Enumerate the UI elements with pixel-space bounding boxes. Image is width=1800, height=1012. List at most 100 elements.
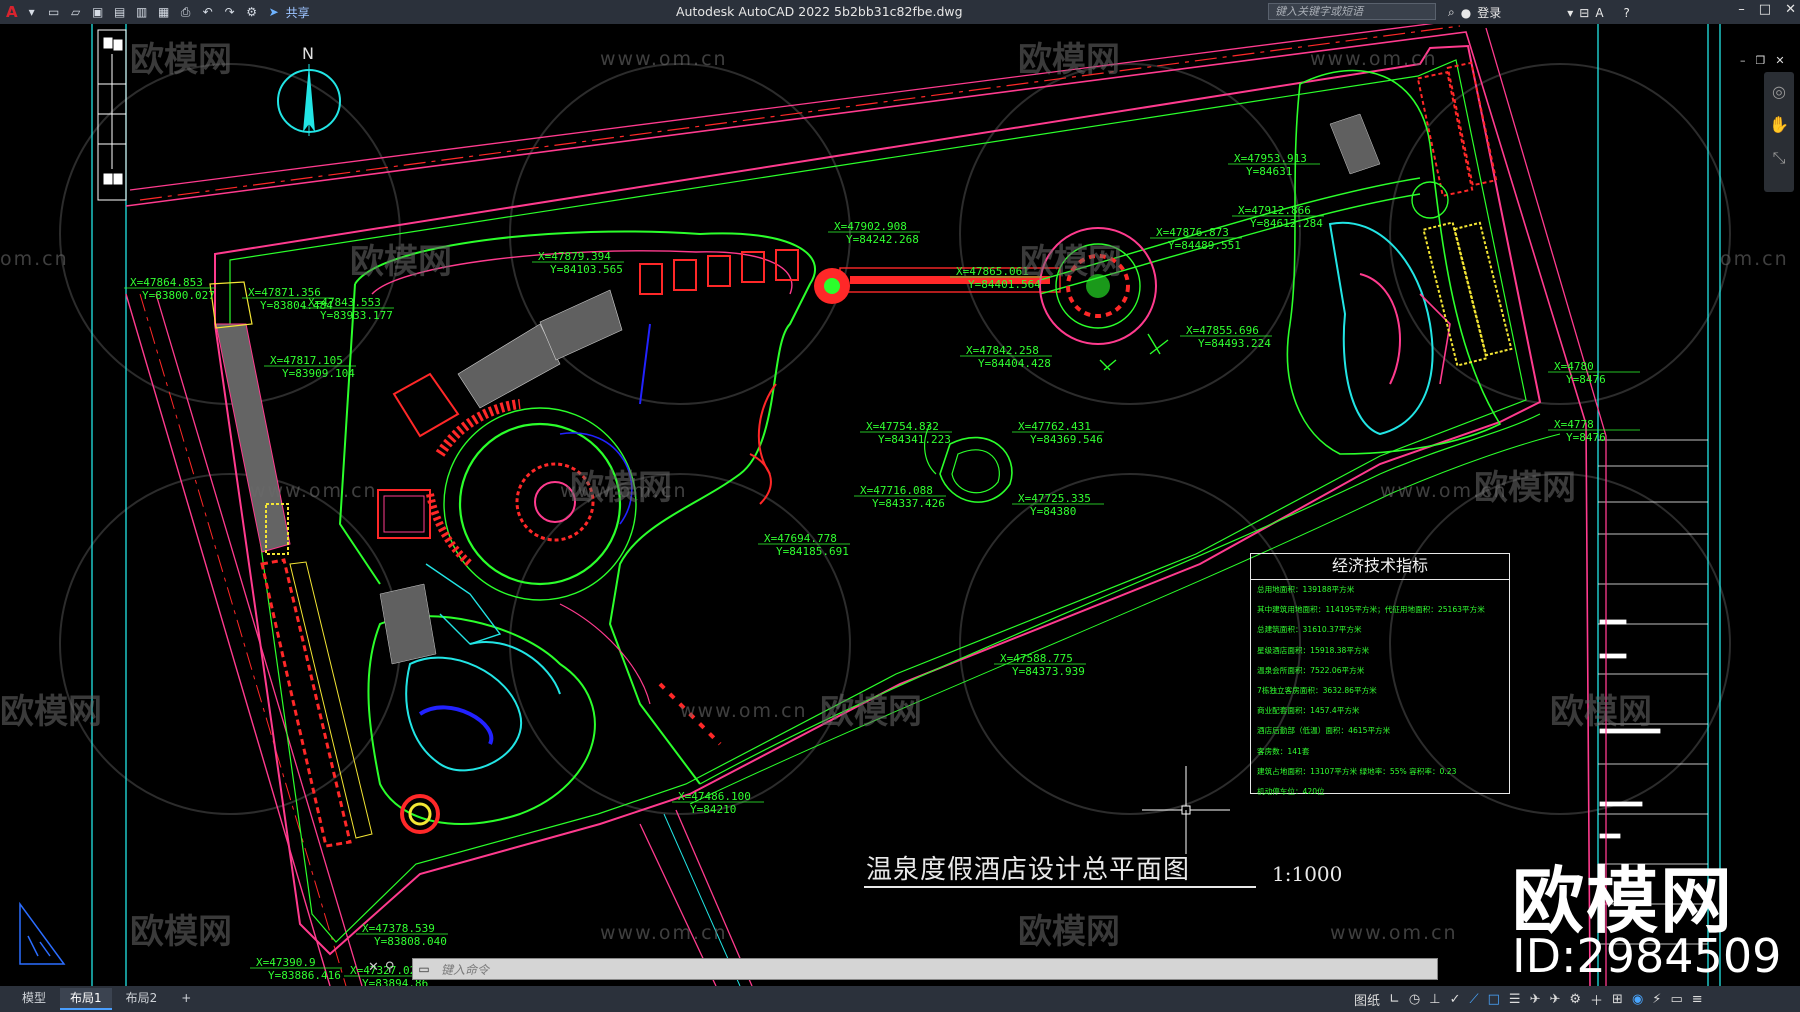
close-icon[interactable]: ✕ (1785, 2, 1796, 17)
workspace-switch-icon[interactable]: ⚙ (1569, 992, 1581, 1007)
search-icon[interactable]: ⌕ (1448, 5, 1455, 20)
coordinate-y: Y=83800.027 (142, 289, 215, 302)
layout-tab[interactable]: 布局2 (116, 988, 168, 1008)
share-icon[interactable]: ➤ (266, 4, 282, 20)
watermark-brand-text: 欧模网 (1018, 40, 1120, 80)
autodesk-icon[interactable]: A (1595, 6, 1603, 20)
coordinate-y: Y=84369.546 (1030, 433, 1103, 446)
account-area: ⌕ ● 登录 ▾ ⊟ A ? (1448, 4, 1630, 21)
watermark-brand-text: 欧模网 (0, 692, 102, 732)
object-snap-icon[interactable]: □ (1488, 992, 1500, 1007)
save-as-icon[interactable]: ▤ (112, 4, 128, 20)
status-bar: 模型 布局1 布局2 + 图纸 ∟ ◷ ⊥ ✓ ⟋ □ ☰ ✈ ✈ ⚙ ＋ ⊞ ◉ ⚡… (0, 986, 1800, 1012)
coordinate-label: X=4780Y=8476 (1548, 360, 1640, 386)
customization-icon[interactable]: ≡ (1692, 992, 1703, 1007)
chevron-down-icon[interactable]: ▾ (1567, 6, 1573, 20)
cart-icon[interactable]: ⊟ (1579, 6, 1589, 20)
redo-icon[interactable]: ↷ (222, 4, 238, 20)
snap-mode-icon[interactable]: ◷ (1409, 992, 1420, 1007)
command-input[interactable]: 键入命令 (441, 961, 489, 978)
help-icon[interactable]: ? (1624, 6, 1630, 20)
coordinate-label: X=47694.778Y=84185.691 (758, 532, 850, 558)
watermark-brand-text: 欧模网 (350, 242, 452, 282)
workspace-icon[interactable]: ⚙ (244, 4, 260, 20)
watermark-brand-text: 欧模网 (1020, 242, 1122, 282)
coordinate-label: X=47842.258Y=84404.428 (960, 344, 1052, 370)
ucs-icon (19, 901, 66, 965)
layout-tab[interactable]: 布局1 (60, 988, 112, 1010)
open-folder-icon[interactable]: ▱ (68, 4, 84, 20)
coordinate-label: X=47754.832Y=84341.223 (860, 420, 952, 446)
coordinate-y: Y=84631 (1246, 165, 1292, 178)
econ-table-row: 总建筑面积：31610.37平方米 (1257, 625, 1362, 635)
command-prompt-icon[interactable]: ▭ (413, 962, 435, 976)
command-settings-icon[interactable]: ⚲ (385, 960, 395, 975)
coordinate-y: Y=84493.224 (1198, 337, 1271, 350)
coordinate-x: X=47725.335 (1018, 492, 1091, 505)
pan-hand-icon[interactable]: ✋ (1764, 115, 1794, 134)
paper-space-label[interactable]: 图纸 (1354, 990, 1380, 1009)
viewport-restore-icon[interactable]: ❐ (1756, 54, 1766, 67)
coordinate-y: Y=83886.416 (268, 969, 341, 982)
maximize-icon[interactable]: □ (1759, 2, 1771, 17)
drawing-canvas[interactable]: X=47864.853 Y=83800.027 X=47871.356 Y=83804… (0, 24, 1800, 986)
share-button[interactable]: 共享 (286, 4, 310, 21)
isodraft-icon[interactable]: ⟋ (1470, 992, 1479, 1007)
annotation-monitor-icon[interactable]: ＋ (1590, 990, 1603, 1009)
coordinate-y: Y=84380 (1030, 505, 1076, 518)
econ-table-row: 商业配套面积：1457.4平方米 (1257, 706, 1360, 716)
coordinate-x: X=47876.873 (1156, 226, 1229, 239)
save-to-web-icon[interactable]: ▦ (156, 4, 172, 20)
app-menu-chevron-icon[interactable]: ▾ (24, 4, 40, 20)
coordinate-y: Y=84404.428 (978, 357, 1051, 370)
isolate-objects-icon[interactable]: ◉ (1632, 992, 1643, 1007)
login-button[interactable]: 登录 (1477, 4, 1501, 21)
steering-wheel-icon[interactable]: ◎ (1764, 82, 1794, 101)
viewport-minimize-icon[interactable]: – (1740, 54, 1746, 67)
lineweight-icon[interactable]: ☰ (1509, 992, 1521, 1007)
econ-table-row: 酒店后勤部（低温）面积：4615平方米 (1257, 726, 1391, 736)
viewport-close-icon[interactable]: ✕ (1775, 54, 1784, 67)
watermark-url-text: www.om.cn (250, 480, 378, 502)
watermark-id: ID:2984509 (1512, 929, 1782, 983)
econ-table-row: 星级酒店面积：15918.38平方米 (1257, 645, 1370, 655)
coordinate-x: X=47754.832 (866, 420, 939, 433)
coordinate-x: X=47843.553 (308, 296, 381, 309)
autocad-app-icon[interactable]: A (6, 3, 18, 21)
layout-tab[interactable]: 模型 (12, 988, 56, 1008)
watermark-url-text: www.om.cn (1380, 480, 1508, 502)
coordinate-x: X=47390.9 (256, 956, 316, 969)
coordinate-label: X=47486.100Y=84210 (672, 790, 764, 816)
command-line[interactable]: ▭ 键入命令 (412, 958, 1438, 980)
save-icon[interactable]: ▣ (90, 4, 106, 20)
hardware-acceleration-icon[interactable]: ⚡ (1652, 992, 1661, 1007)
polar-icon[interactable]: ✓ (1450, 992, 1461, 1007)
annotation-scale-icon[interactable]: ✈ (1530, 992, 1541, 1007)
coordinate-x: X=47694.778 (764, 532, 837, 545)
coordinate-x: X=47912.866 (1238, 204, 1311, 217)
search-input[interactable]: 键入关键字或短语 (1268, 3, 1436, 20)
coordinate-label: X=47864.853Y=83800.027 (124, 276, 216, 302)
econ-table-row: 机动停车位：420位 (1257, 786, 1325, 796)
undo-icon[interactable]: ↶ (200, 4, 216, 20)
grid-icon[interactable]: ∟ (1389, 992, 1400, 1007)
navigation-bar[interactable]: ◎ ✋ ⤡ (1764, 72, 1794, 192)
clean-screen-icon[interactable]: ▭ (1670, 992, 1682, 1007)
units-icon[interactable]: ⊞ (1612, 992, 1623, 1007)
watermark-url-text: www.om.cn (560, 480, 688, 502)
coordinate-x: X=4778 (1554, 418, 1594, 431)
new-file-icon[interactable]: ▭ (46, 4, 62, 20)
coordinate-y: Y=84341.223 (878, 433, 951, 446)
plot-icon[interactable]: ⎙ (178, 4, 194, 20)
add-layout-button[interactable]: + (171, 988, 201, 1008)
coordinate-y: Y=83808.040 (374, 935, 447, 948)
open-from-web-icon[interactable]: ▥ (134, 4, 150, 20)
ortho-icon[interactable]: ⊥ (1429, 992, 1440, 1007)
coordinate-x: X=47842.258 (966, 344, 1039, 357)
coordinate-x: X=47953.913 (1234, 152, 1307, 165)
annotation-visibility-icon[interactable]: ✈ (1549, 992, 1560, 1007)
user-icon[interactable]: ● (1461, 6, 1471, 20)
minimize-icon[interactable]: – (1738, 2, 1745, 17)
command-close-icon[interactable]: ✕ (368, 960, 379, 975)
zoom-icon[interactable]: ⤡ (1764, 148, 1794, 168)
